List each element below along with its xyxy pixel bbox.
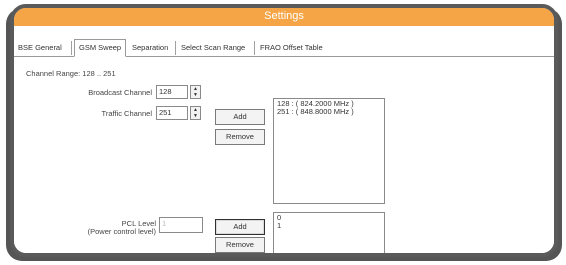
tab-separation[interactable]: Separation — [128, 41, 176, 55]
channel-range-label: Channel Range: 128 .. 251 — [26, 69, 116, 78]
broadcast-channel-input[interactable]: 128 — [156, 85, 188, 99]
traffic-channel-label: Traffic Channel — [101, 109, 152, 118]
traffic-channel-spinner[interactable]: ▲ ▼ — [190, 106, 201, 120]
list-item[interactable]: 1 — [277, 222, 381, 230]
list-item[interactable]: 0 — [277, 214, 381, 222]
tab-frao-offset-table[interactable]: FRAO Offset Table — [256, 41, 334, 55]
pcl-level-list[interactable]: 0 1 — [273, 212, 385, 253]
broadcast-channel-spinner[interactable]: ▲ ▼ — [190, 85, 201, 99]
pcl-add-button[interactable]: Add — [215, 219, 265, 235]
traffic-add-button[interactable]: Add — [215, 109, 265, 125]
gsm-sweep-panel: Channel Range: 128 .. 251 Broadcast Chan… — [14, 57, 554, 253]
pcl-level-label: PCL Level (Power control level) — [87, 219, 156, 236]
traffic-channel-list[interactable]: 128 : ( 824.2000 MHz ) 251 : ( 848.8000 … — [273, 98, 385, 204]
tab-strip: BSE General GSM Sweep Separation Select … — [14, 39, 554, 57]
window-title: Settings — [14, 8, 554, 26]
settings-window: Settings BSE General GSM Sweep Separatio… — [10, 4, 558, 257]
tab-gsm-sweep[interactable]: GSM Sweep — [74, 39, 126, 57]
pcl-level-input[interactable]: 1 — [159, 217, 203, 233]
tab-bse-general[interactable]: BSE General — [14, 41, 72, 55]
pcl-remove-button[interactable]: Remove — [215, 237, 265, 253]
traffic-channel-input[interactable]: 251 — [156, 106, 188, 120]
tab-select-scan-range[interactable]: Select Scan Range — [177, 41, 255, 55]
traffic-remove-button[interactable]: Remove — [215, 129, 265, 145]
spin-down-arrow-icon[interactable]: ▼ — [191, 113, 200, 119]
list-item[interactable]: 251 : ( 848.8000 MHz ) — [277, 108, 381, 116]
spin-down-arrow-icon[interactable]: ▼ — [191, 92, 200, 98]
broadcast-channel-label: Broadcast Channel — [88, 88, 152, 97]
